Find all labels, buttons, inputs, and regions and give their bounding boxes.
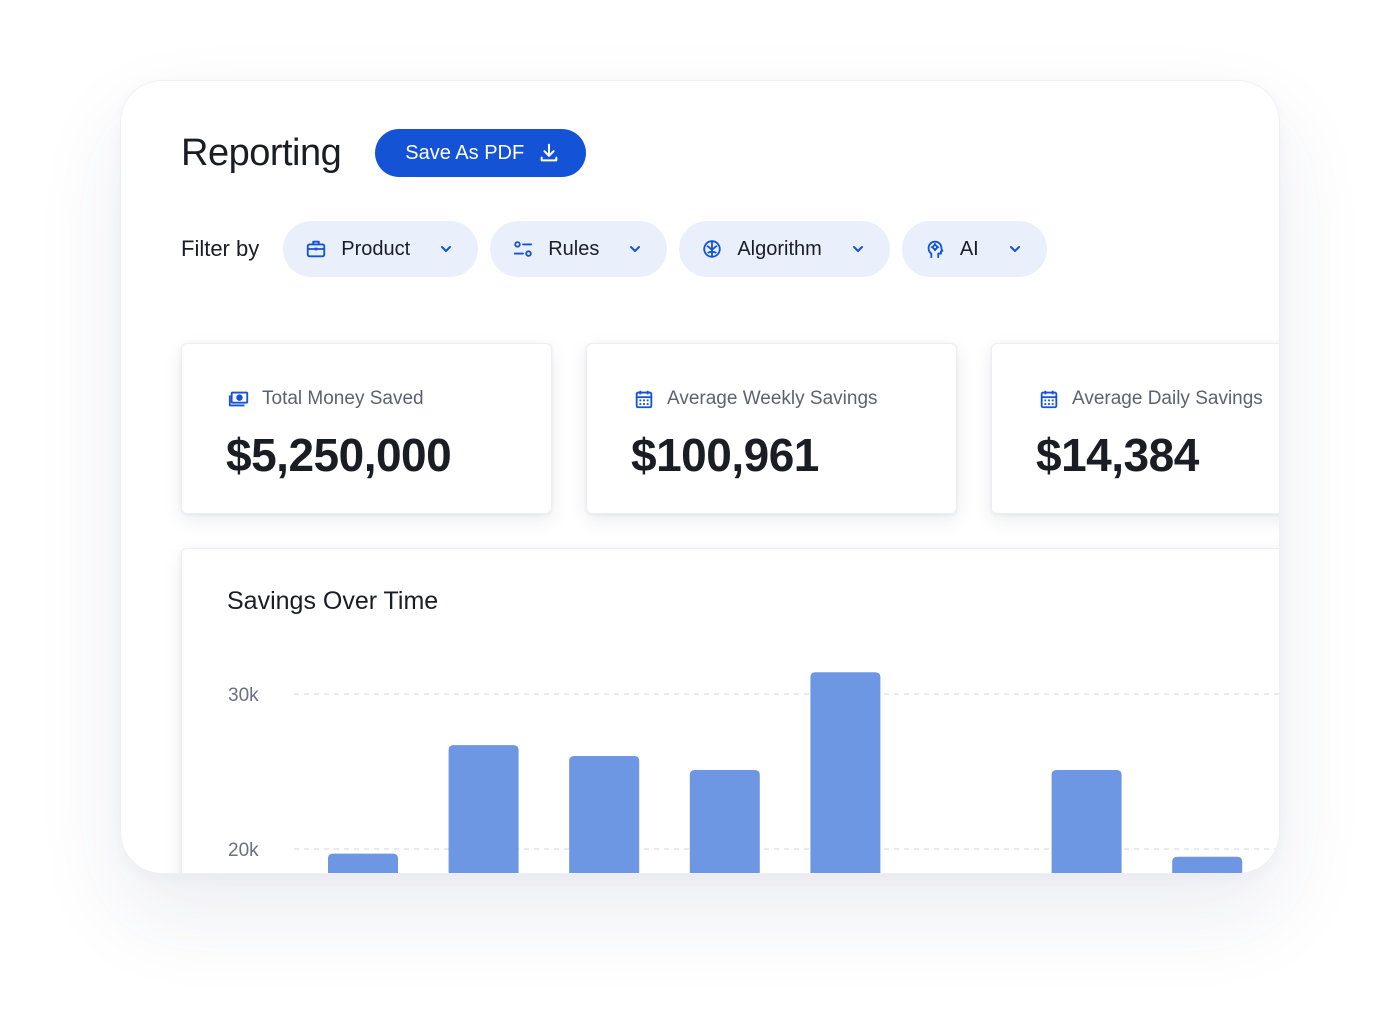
chevron-down-icon bbox=[438, 241, 454, 257]
header: Reporting Save As PDF bbox=[181, 129, 587, 177]
brain-icon bbox=[701, 238, 723, 260]
filter-product-label: Product bbox=[341, 237, 411, 260]
money-icon bbox=[228, 388, 250, 410]
y-tick-label: 30k bbox=[228, 685, 259, 706]
stat-value: $5,250,000 bbox=[226, 429, 452, 481]
chart-bar[interactable] bbox=[1051, 769, 1122, 874]
stat-card-total-money-saved: Total Money Saved $5,250,000 bbox=[181, 343, 552, 514]
filter-product-dropdown[interactable]: Product bbox=[283, 221, 479, 277]
filter-ai-label: AI bbox=[959, 237, 979, 260]
filter-algorithm-label: Algorithm bbox=[737, 237, 822, 260]
save-button-label: Save As PDF bbox=[405, 141, 525, 164]
reporting-window: Reporting Save As PDF Filter by Product bbox=[120, 80, 1280, 874]
chart-bar[interactable] bbox=[448, 745, 519, 874]
stat-value: $100,961 bbox=[631, 429, 819, 481]
chart-bar[interactable] bbox=[569, 756, 640, 874]
chart-bar[interactable] bbox=[328, 853, 398, 874]
page-title: Reporting bbox=[181, 131, 342, 174]
ai-head-icon bbox=[924, 238, 946, 260]
chevron-down-icon bbox=[850, 241, 866, 257]
stat-card-average-weekly-savings: Average Weekly Savings $100,961 bbox=[586, 343, 957, 514]
stat-label: Total Money Saved bbox=[262, 388, 424, 409]
savings-bar-chart: 20k 30k bbox=[228, 672, 1279, 874]
y-tick-label: 20k bbox=[228, 840, 259, 861]
filter-label: Filter by bbox=[181, 236, 260, 261]
stat-label: Average Weekly Savings bbox=[667, 388, 878, 409]
calendar-icon bbox=[1038, 388, 1060, 410]
filter-ai-dropdown[interactable]: AI bbox=[901, 221, 1047, 277]
rules-icon bbox=[512, 238, 534, 260]
briefcase-icon bbox=[305, 238, 327, 260]
chevron-down-icon bbox=[1007, 241, 1023, 257]
filter-rules-dropdown[interactable]: Rules bbox=[490, 221, 668, 277]
chevron-down-icon bbox=[627, 241, 643, 257]
filter-algorithm-dropdown[interactable]: Algorithm bbox=[679, 221, 890, 277]
filter-bar: Filter by Product Rules Algorithm AI bbox=[181, 221, 1059, 277]
download-icon bbox=[538, 142, 560, 164]
save-as-pdf-button[interactable]: Save As PDF bbox=[375, 129, 587, 177]
filter-rules-label: Rules bbox=[548, 237, 600, 260]
stat-card-average-daily-savings: Average Daily Savings $14,384 bbox=[991, 343, 1279, 514]
chart-bar[interactable] bbox=[1172, 856, 1243, 874]
chart-bar[interactable] bbox=[689, 769, 760, 874]
chart-bar[interactable] bbox=[810, 672, 881, 874]
savings-chart-card: Savings Over Time 20k 30k bbox=[181, 548, 1279, 874]
calendar-icon bbox=[633, 388, 655, 410]
stat-label: Average Daily Savings bbox=[1072, 388, 1263, 409]
stat-value: $14,384 bbox=[1036, 429, 1199, 481]
